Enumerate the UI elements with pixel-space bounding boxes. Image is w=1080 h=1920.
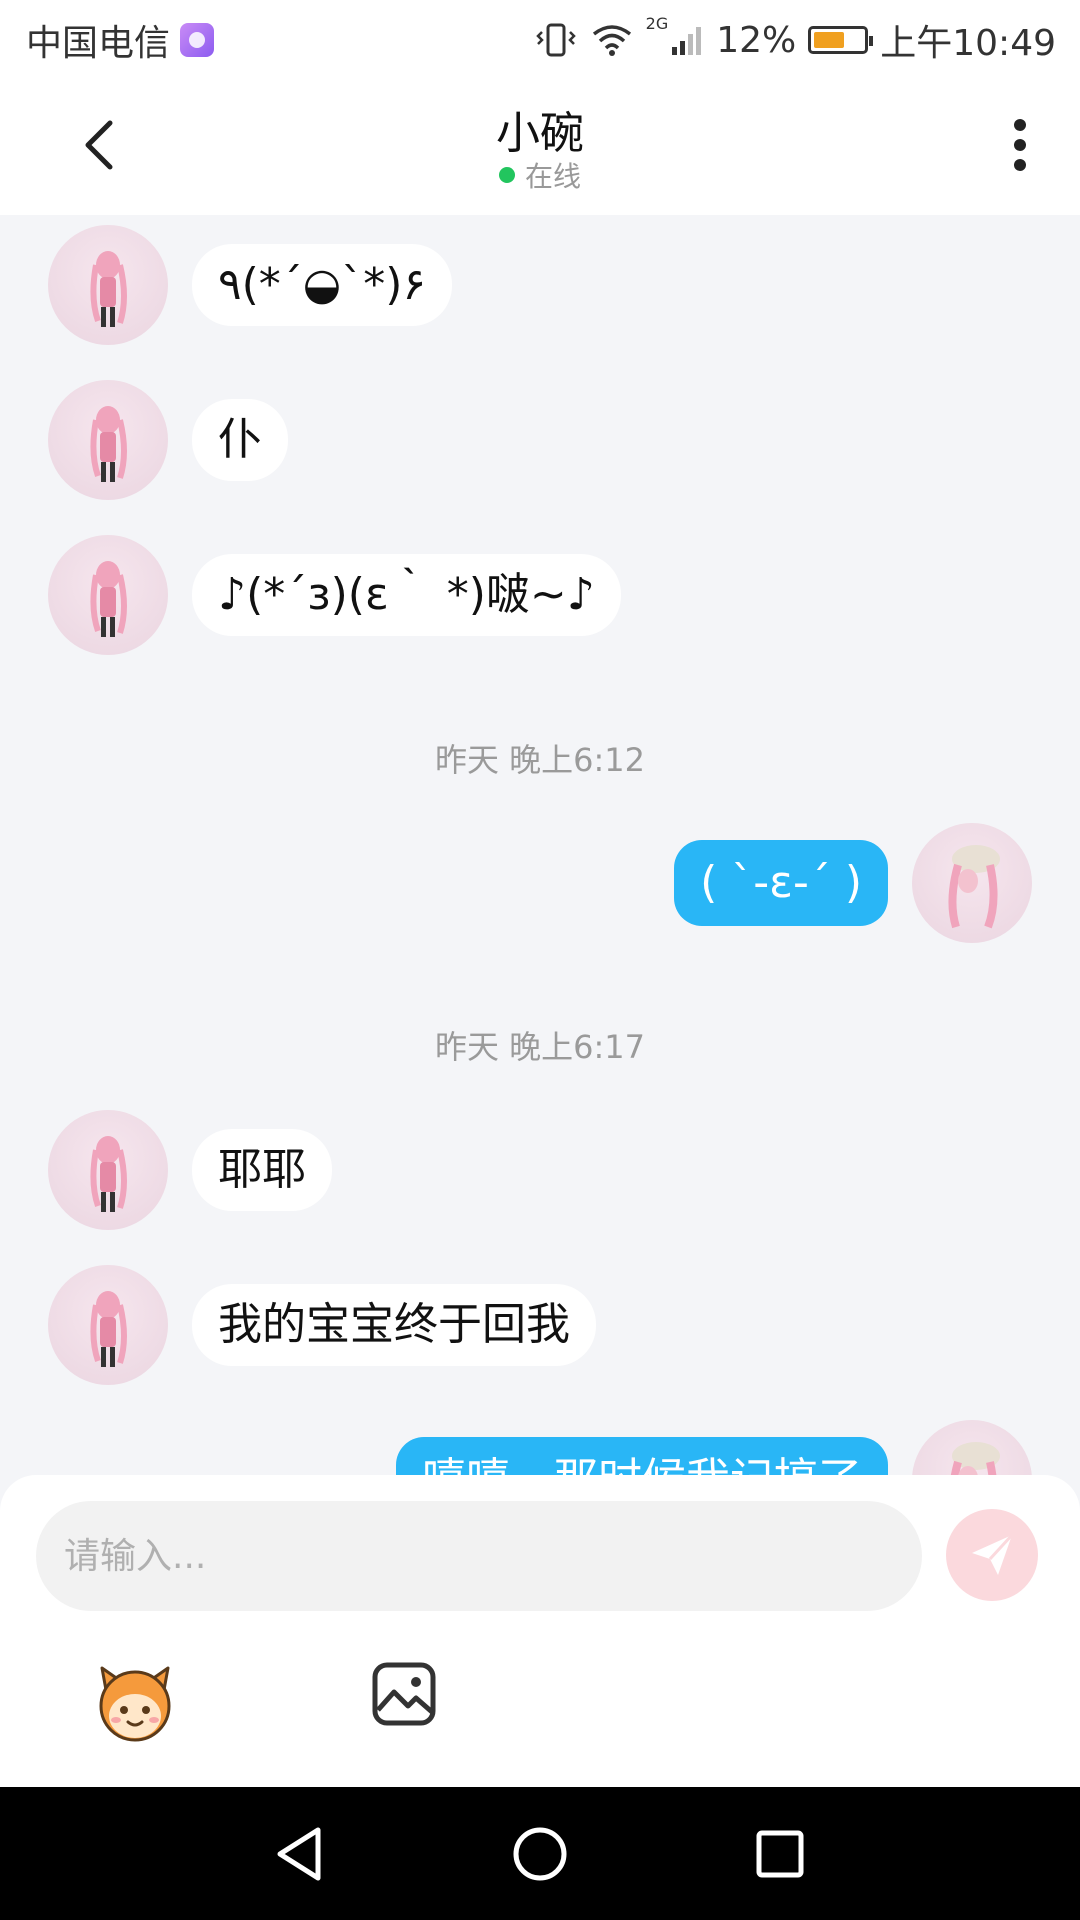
triangle-back-icon	[277, 1827, 321, 1881]
message-bubble[interactable]: ( ˋ-ε-ˊ )	[674, 840, 888, 926]
chat-header: 小碗 在线	[0, 75, 1080, 215]
anime-girl-avatar-icon	[90, 1291, 127, 1367]
status-bar: 中国电信 2G 12% 上午10:49	[0, 0, 1080, 75]
app-notification-icon	[180, 23, 215, 57]
message-bubble[interactable]: 耶耶	[192, 1129, 332, 1211]
message-incoming: 我的宝宝终于回我	[48, 1265, 596, 1385]
message-bubble[interactable]: ♪(*´з)(ε｀ *)啵~♪	[192, 554, 621, 636]
nav-recent-apps-button[interactable]	[745, 1819, 815, 1889]
vibrate-icon	[535, 23, 576, 57]
system-navigation-bar	[0, 1787, 1080, 1920]
message-bubble[interactable]: 嘻嘻，那时候我记搞了	[396, 1437, 888, 1475]
contact-avatar[interactable]	[48, 1110, 168, 1230]
mascot-emoji-icon	[99, 1666, 171, 1742]
message-bubble[interactable]: 仆	[192, 399, 288, 481]
more-vertical-icon	[1014, 119, 1026, 171]
status-bar-left: 中国电信	[26, 14, 215, 66]
image-button[interactable]	[372, 1662, 436, 1726]
battery-icon	[808, 26, 874, 54]
message-outgoing: ( ˋ-ε-ˊ )	[674, 823, 1032, 943]
chat-message-list[interactable]: ٩(*´◒`*)۶ 仆 ♪(*´з)(ε｀ *)啵~♪ 昨天 晚上6:12 (…	[0, 215, 1080, 1475]
anime-girl-hat-avatar-icon	[948, 845, 1000, 929]
my-avatar[interactable]	[912, 823, 1032, 943]
anime-girl-avatar-icon	[90, 1136, 127, 1212]
nav-home-button[interactable]	[505, 1819, 575, 1889]
message-bubble[interactable]: ٩(*´◒`*)۶	[192, 244, 452, 326]
message-timestamp: 昨天 晚上6:12	[434, 741, 646, 779]
anime-girl-avatar-icon	[90, 251, 127, 327]
nav-back-button[interactable]	[265, 1819, 335, 1889]
carrier-label: 中国电信	[26, 23, 171, 64]
online-status-text: 在线	[524, 160, 581, 193]
wifi-icon	[592, 25, 631, 56]
more-options-button[interactable]	[990, 115, 1050, 175]
message-incoming: 仆	[48, 380, 288, 500]
anime-girl-avatar-icon	[90, 406, 127, 482]
my-avatar[interactable]	[912, 1420, 1032, 1475]
paper-plane-icon	[972, 1533, 1014, 1575]
contact-name: 小碗	[496, 108, 584, 159]
clock: 上午10:49	[880, 23, 1056, 64]
circle-home-icon	[513, 1827, 567, 1881]
contact-avatar[interactable]	[48, 1265, 168, 1385]
message-input[interactable]	[36, 1501, 922, 1611]
contact-avatar[interactable]	[48, 225, 168, 345]
online-status: 在线	[0, 155, 1080, 195]
message-incoming: ٩(*´◒`*)۶	[48, 225, 452, 345]
signal-icon	[672, 27, 702, 55]
square-recent-icon	[756, 1830, 804, 1878]
contact-avatar[interactable]	[48, 535, 168, 655]
emoji-button[interactable]	[92, 1660, 178, 1746]
online-dot-icon	[498, 167, 515, 183]
message-timestamp: 昨天 晚上6:17	[434, 1028, 646, 1066]
anime-girl-hat-avatar-icon	[950, 1442, 1000, 1475]
battery-percent: 12%	[716, 19, 797, 61]
message-composer	[0, 1475, 1080, 1787]
status-bar-right: 2G 12% 上午10:49	[534, 14, 1056, 66]
network-type-label: 2G	[645, 14, 669, 33]
contact-avatar[interactable]	[48, 380, 168, 500]
message-bubble[interactable]: 我的宝宝终于回我	[192, 1284, 596, 1366]
message-outgoing: 嘻嘻，那时候我记搞了	[396, 1420, 1032, 1475]
message-incoming: 耶耶	[48, 1110, 332, 1230]
message-incoming: ♪(*´з)(ε｀ *)啵~♪	[48, 535, 621, 655]
image-icon	[372, 1662, 436, 1726]
anime-girl-avatar-icon	[90, 561, 127, 637]
send-button[interactable]	[946, 1509, 1038, 1601]
